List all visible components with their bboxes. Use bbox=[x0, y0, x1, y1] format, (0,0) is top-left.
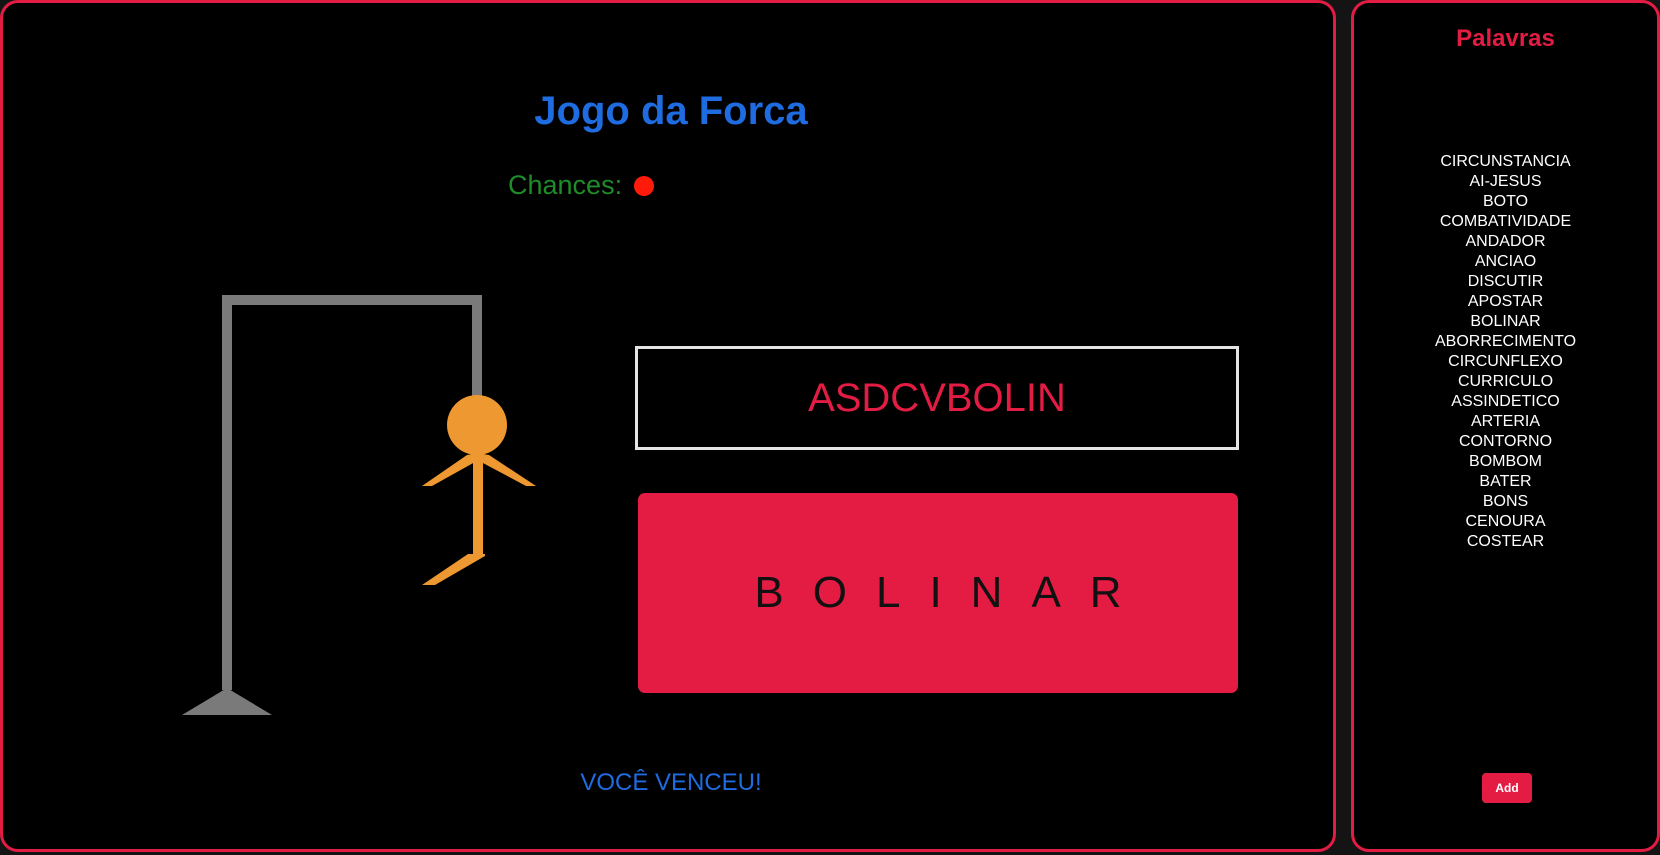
gallows-base bbox=[222, 295, 232, 690]
game-panel: Jogo da Forca Chances: ASDCVBOLIN BOLINA… bbox=[0, 0, 1336, 852]
gallows-rope bbox=[472, 295, 482, 399]
word-list-item: ANCIAO bbox=[1474, 253, 1537, 270]
word-list-item: CIRCUNFLEXO bbox=[1448, 353, 1563, 370]
hangman-head bbox=[447, 395, 507, 455]
gallows-beam bbox=[222, 295, 482, 305]
word-list-item: CONTORNO bbox=[1458, 433, 1553, 450]
word-list-item: BONS bbox=[1482, 493, 1529, 510]
result-message: VOCÊ VENCEU! bbox=[580, 769, 762, 796]
word-list-item: BATER bbox=[1479, 473, 1532, 490]
hangman-figure bbox=[422, 395, 536, 585]
word-list-item: APOSTAR bbox=[1467, 293, 1544, 310]
word-list-item: COSTEAR bbox=[1466, 533, 1545, 550]
hangman-left-arm bbox=[422, 453, 479, 486]
add-word-button[interactable]: Add bbox=[1482, 773, 1532, 803]
gallows-foot bbox=[182, 688, 272, 715]
word-list-item: CIRCUNSTANCIA bbox=[1440, 153, 1571, 170]
word-list: CIRCUNSTANCIA AI-JESUS BOTO COMBATIVIDAD… bbox=[1354, 152, 1657, 552]
word-list-item: AI-JESUS bbox=[1469, 173, 1542, 190]
hangman-body bbox=[473, 455, 483, 555]
guessed-letters-display: ASDCVBOLIN bbox=[635, 346, 1239, 450]
word-list-item: ARTERIA bbox=[1470, 413, 1541, 430]
word-list-item: CENOURA bbox=[1465, 513, 1546, 530]
hangman-left-leg bbox=[422, 554, 485, 585]
word-list-item: BOTO bbox=[1482, 193, 1529, 210]
word-list-item: BOLINAR bbox=[1470, 313, 1541, 330]
word-list-item: COMBATIVIDADE bbox=[1439, 213, 1572, 230]
words-sidebar: Palavras CIRCUNSTANCIA AI-JESUS BOTO COM… bbox=[1351, 0, 1660, 852]
word-list-item: ANDADOR bbox=[1465, 233, 1546, 250]
hangman-right-arm bbox=[477, 453, 536, 486]
sidebar-title: Palavras bbox=[1456, 25, 1555, 52]
word-list-item: CURRICULO bbox=[1457, 373, 1554, 390]
gallows bbox=[182, 295, 482, 715]
word-list-item: ABORRECIMENTO bbox=[1434, 333, 1577, 350]
word-list-item: DISCUTIR bbox=[1467, 273, 1544, 290]
word-list-item: BOMBOM bbox=[1469, 453, 1542, 470]
word-display: BOLINAR bbox=[638, 493, 1238, 693]
word-list-item: ASSINDETICO bbox=[1451, 393, 1560, 410]
